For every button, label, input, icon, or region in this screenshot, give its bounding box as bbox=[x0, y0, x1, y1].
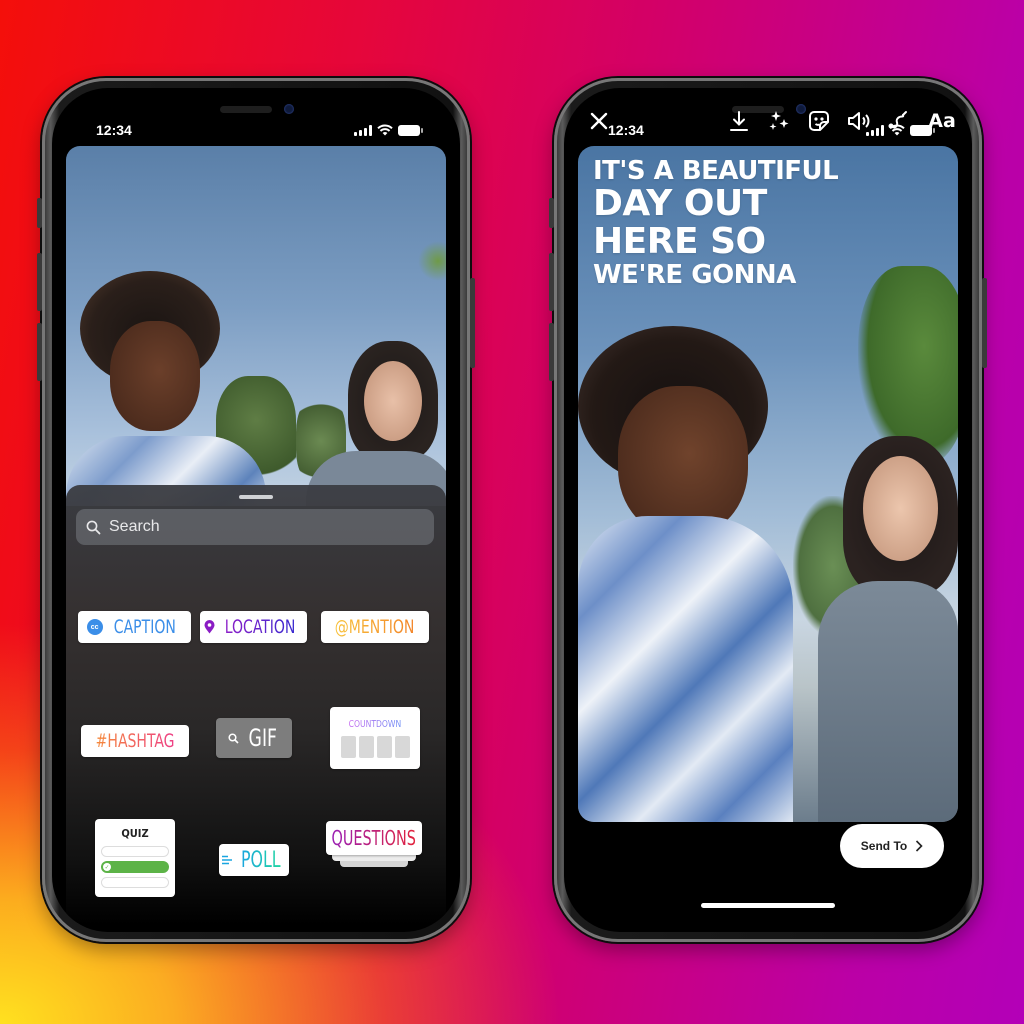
sticker-search-input[interactable]: Search bbox=[76, 509, 434, 545]
sticker-label: CAPTION bbox=[113, 616, 176, 638]
caption-line: HERE SO bbox=[593, 221, 766, 262]
front-camera bbox=[284, 104, 294, 114]
phone-left: 12:34 Search cc CAPTION LOCATION @MENTIO… bbox=[37, 78, 475, 942]
status-time: 12:34 bbox=[96, 122, 132, 138]
wifi-icon bbox=[377, 124, 393, 136]
download-icon[interactable] bbox=[726, 108, 752, 134]
cc-icon: cc bbox=[86, 619, 103, 635]
poll-lines-icon bbox=[222, 855, 233, 865]
sticker-label: QUIZ bbox=[121, 827, 149, 840]
sticker-label: QUESTIONS bbox=[331, 826, 417, 850]
mute-switch bbox=[37, 198, 42, 228]
person-face bbox=[618, 386, 748, 536]
sticker-questions[interactable]: QUESTIONS bbox=[326, 821, 422, 869]
sticker-tray: Search cc CAPTION LOCATION @MENTION #HAS… bbox=[66, 485, 446, 925]
sticker-label: POLL bbox=[241, 847, 281, 873]
mute-switch bbox=[549, 198, 554, 228]
sound-icon[interactable] bbox=[846, 108, 872, 134]
sticker-label: COUNTDOWN bbox=[348, 718, 402, 730]
person-face bbox=[364, 361, 422, 441]
sticker-label: @MENTION bbox=[335, 616, 415, 638]
quiz-option-correct: ✓ bbox=[101, 861, 169, 873]
sticker-gif[interactable]: GIF bbox=[216, 718, 292, 758]
story-text-caption[interactable]: IT'S A BEAUTIFUL DAY OUT HERE SO WE'RE G… bbox=[593, 156, 839, 290]
search-icon bbox=[228, 732, 239, 744]
quiz-option bbox=[101, 877, 169, 888]
draw-icon[interactable] bbox=[886, 108, 912, 134]
tray-grabber-handle[interactable] bbox=[239, 495, 273, 499]
search-placeholder: Search bbox=[109, 518, 160, 535]
caption-line: DAY OUT bbox=[593, 183, 767, 224]
caption-line: WE'RE GONNA bbox=[593, 260, 796, 290]
person-face bbox=[863, 456, 938, 561]
person-shirt bbox=[818, 581, 958, 822]
battery-icon bbox=[398, 124, 423, 136]
sticker-label: #HASHTAG bbox=[95, 730, 175, 752]
sticker-quiz[interactable]: QUIZ ✓ bbox=[95, 819, 175, 897]
power-button bbox=[982, 278, 987, 368]
chevron-right-icon bbox=[916, 840, 923, 852]
home-indicator[interactable] bbox=[701, 903, 835, 908]
volume-up-button bbox=[549, 253, 554, 311]
signal-icon bbox=[354, 124, 372, 136]
caption-line: IT'S A BEAUTIFUL bbox=[593, 156, 839, 186]
volume-down-button bbox=[549, 323, 554, 381]
countdown-digit-boxes bbox=[340, 735, 410, 758]
tree-leaves bbox=[418, 241, 446, 281]
story-editor-toolbar: Aa bbox=[578, 98, 958, 144]
location-pin-icon bbox=[204, 620, 215, 634]
text-tool-label: Aa bbox=[928, 110, 956, 132]
story-photo-background bbox=[66, 146, 446, 506]
status-bar: 12:34 bbox=[96, 120, 423, 140]
sticker-icon[interactable] bbox=[806, 108, 832, 134]
quiz-option bbox=[101, 846, 169, 857]
questions-card: QUESTIONS bbox=[326, 821, 422, 855]
check-icon: ✓ bbox=[103, 863, 111, 871]
effects-sparkle-icon[interactable] bbox=[766, 108, 792, 134]
sticker-poll[interactable]: POLL bbox=[219, 844, 289, 876]
sticker-countdown[interactable]: COUNTDOWN bbox=[330, 707, 420, 769]
sticker-label: GIF bbox=[248, 724, 277, 752]
phone-right: 12:34 Aa IT'S A BEAUTIFUL DAY OUT HERE S… bbox=[549, 78, 987, 942]
sticker-mention[interactable]: @MENTION bbox=[321, 611, 429, 643]
power-button bbox=[470, 278, 475, 368]
text-tool-button[interactable]: Aa bbox=[926, 108, 958, 134]
volume-down-button bbox=[37, 323, 42, 381]
send-to-button[interactable]: Send To bbox=[840, 824, 944, 868]
volume-up-button bbox=[37, 253, 42, 311]
sticker-label: LOCATION bbox=[224, 616, 296, 638]
speaker bbox=[220, 106, 272, 113]
sticker-location[interactable]: LOCATION bbox=[200, 611, 307, 643]
close-icon[interactable] bbox=[586, 108, 612, 134]
screen: 12:34 Search cc CAPTION LOCATION @MENTIO… bbox=[52, 88, 460, 932]
send-to-label: Send To bbox=[860, 839, 908, 853]
sticker-caption[interactable]: cc CAPTION bbox=[78, 611, 191, 643]
person-shirt bbox=[578, 516, 793, 822]
search-icon bbox=[86, 520, 101, 534]
person-face bbox=[110, 321, 200, 431]
sticker-hashtag[interactable]: #HASHTAG bbox=[81, 725, 189, 757]
screen: 12:34 Aa IT'S A BEAUTIFUL DAY OUT HERE S… bbox=[564, 88, 972, 932]
